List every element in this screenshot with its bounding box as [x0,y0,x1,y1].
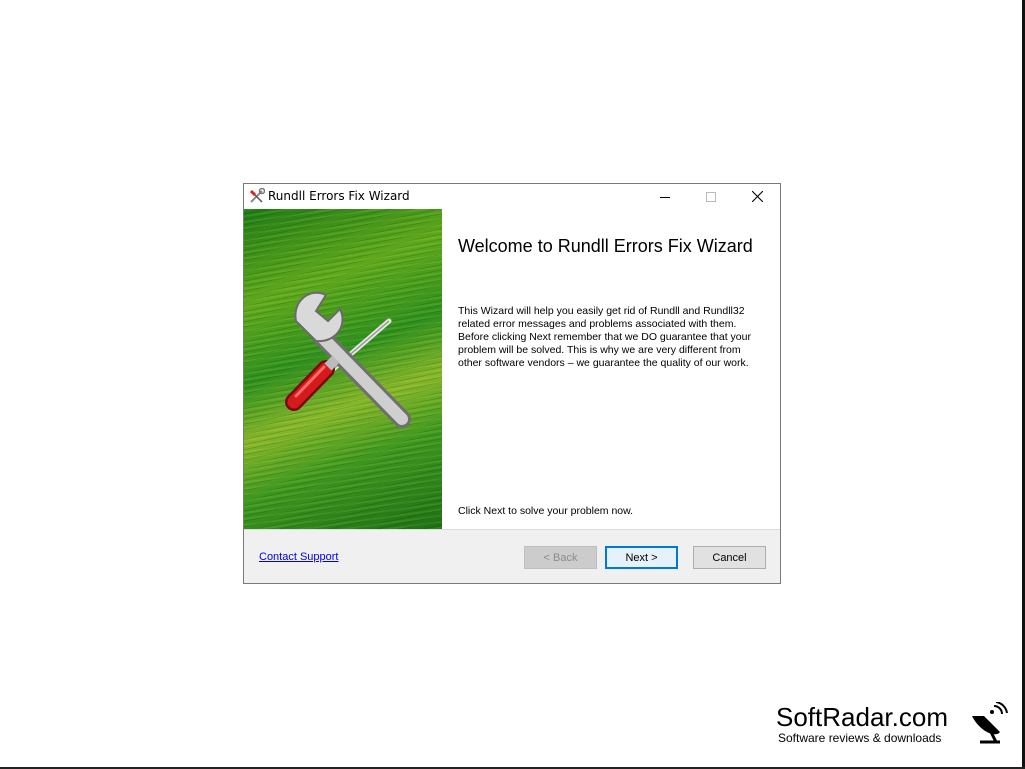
minimize-icon [660,187,670,206]
minimize-button[interactable] [642,184,688,209]
tools-icon [248,187,266,205]
description-text: This Wizard will help you easily get rid… [458,305,751,369]
desktop: Rundll Errors Fix Wizard Welcome to Rund… [0,0,1025,769]
satellite-dish-icon [966,701,1008,748]
wizard-banner [244,209,442,529]
page-title: Welcome to Rundll Errors Fix Wizard [458,236,753,256]
window-title: Rundll Errors Fix Wizard [268,189,410,203]
close-button[interactable] [734,184,780,209]
maximize-icon [706,187,716,206]
softradar-watermark: SoftRadar.com Software reviews & downloa… [776,701,1012,750]
title-bar[interactable]: Rundll Errors Fix Wizard [244,184,780,209]
instruction-text: Click Next to solve your problem now. [458,505,634,517]
back-button[interactable]: < Back [524,546,597,569]
next-button[interactable]: Next > [605,546,678,569]
close-icon [751,187,763,206]
watermark-title: SoftRadar.com [776,702,948,732]
cancel-button[interactable]: Cancel [693,546,766,569]
contact-support-link[interactable]: Contact Support [259,551,339,563]
maximize-button[interactable] [688,184,734,209]
wizard-window: Rundll Errors Fix Wizard Welcome to Rund… [243,183,781,584]
wizard-content: Welcome to Rundll Errors Fix Wizard This… [442,209,780,529]
watermark-subtitle: Software reviews & downloads [778,731,942,745]
button-bar: Contact Support < Back Next > Cancel [244,529,780,583]
